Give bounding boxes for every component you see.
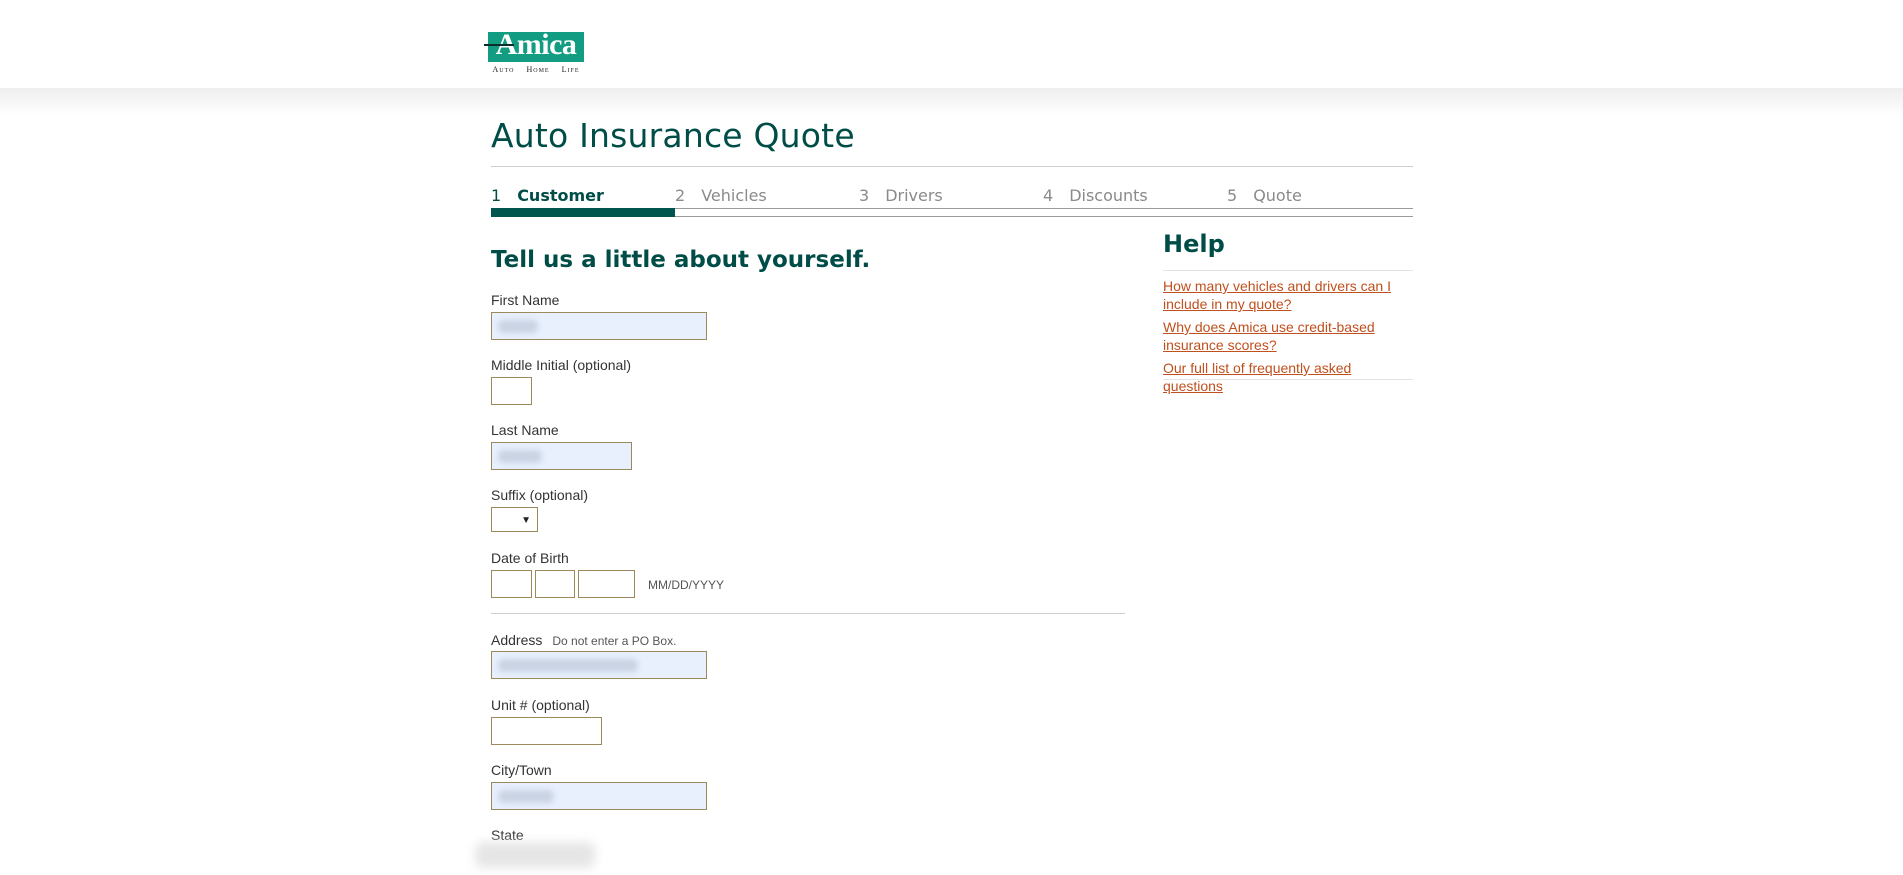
- step-number: 4: [1043, 186, 1054, 205]
- middle-initial-label: Middle Initial (optional): [491, 357, 632, 373]
- step-number: 5: [1227, 186, 1238, 205]
- address-hint: Do not enter a PO Box.: [552, 634, 677, 648]
- suffix-label: Suffix (optional): [491, 487, 589, 503]
- city-input[interactable]: [491, 782, 707, 810]
- redacted-value: [498, 659, 638, 672]
- first-name-input[interactable]: [491, 312, 707, 340]
- city-label: City/Town: [491, 762, 552, 778]
- state-label: State: [491, 827, 524, 843]
- redacted-value: [498, 450, 542, 463]
- unit-label: Unit # (optional): [491, 697, 590, 713]
- site-header: Amica Auto Home Life: [0, 0, 1903, 90]
- last-name-input[interactable]: [491, 442, 632, 470]
- tagline-auto: Auto: [492, 65, 515, 74]
- help-divider-top: [1163, 270, 1413, 271]
- step-number: 1: [491, 186, 502, 205]
- step-number: 2: [675, 186, 686, 205]
- section-divider: [491, 613, 1125, 614]
- address-input[interactable]: [491, 651, 707, 679]
- step-label: Vehicles: [701, 186, 767, 205]
- step-label: Quote: [1253, 186, 1302, 205]
- dob-year-input[interactable]: [578, 570, 635, 598]
- step-label: Customer: [517, 186, 604, 205]
- help-link-vehicles-drivers[interactable]: How many vehicles and drivers can I incl…: [1163, 277, 1403, 313]
- form-heading: Tell us a little about yourself.: [491, 247, 871, 273]
- step-number: 3: [859, 186, 870, 205]
- header-shadow: [0, 88, 1903, 116]
- logo-tagline: Auto Home Life: [488, 65, 584, 74]
- help-divider-bottom: [1163, 379, 1413, 380]
- progress-bar-fill: [491, 208, 675, 217]
- state-select[interactable]: [475, 842, 595, 868]
- dob-format-hint: MM/DD/YYYY: [648, 578, 725, 592]
- help-link-faq[interactable]: Our full list of frequently asked questi…: [1163, 359, 1403, 395]
- page-title: Auto Insurance Quote: [491, 116, 855, 155]
- suffix-select[interactable]: ▼: [491, 507, 538, 532]
- first-name-label: First Name: [491, 292, 560, 308]
- step-label: Discounts: [1069, 186, 1148, 205]
- step-label: Drivers: [885, 186, 943, 205]
- dropdown-arrow-icon: ▼: [521, 515, 531, 526]
- dob-month-input[interactable]: [491, 570, 532, 598]
- middle-initial-input[interactable]: [491, 377, 532, 405]
- dob-day-input[interactable]: [535, 570, 575, 598]
- amica-logo[interactable]: Amica Auto Home Life: [484, 30, 586, 78]
- logo-stroke: [484, 44, 514, 46]
- redacted-value: [498, 320, 538, 333]
- address-label: Address Do not enter a PO Box.: [491, 632, 676, 648]
- redacted-value: [498, 790, 554, 803]
- title-divider: [491, 166, 1413, 167]
- dob-label: Date of Birth: [491, 550, 569, 566]
- help-title: Help: [1163, 230, 1225, 258]
- last-name-label: Last Name: [491, 422, 559, 438]
- help-link-credit-scores[interactable]: Why does Amica use credit-based insuranc…: [1163, 318, 1403, 354]
- tagline-home: Home: [526, 65, 550, 74]
- unit-input[interactable]: [491, 717, 602, 745]
- address-label-text: Address: [491, 632, 543, 648]
- tagline-life: Life: [561, 65, 580, 74]
